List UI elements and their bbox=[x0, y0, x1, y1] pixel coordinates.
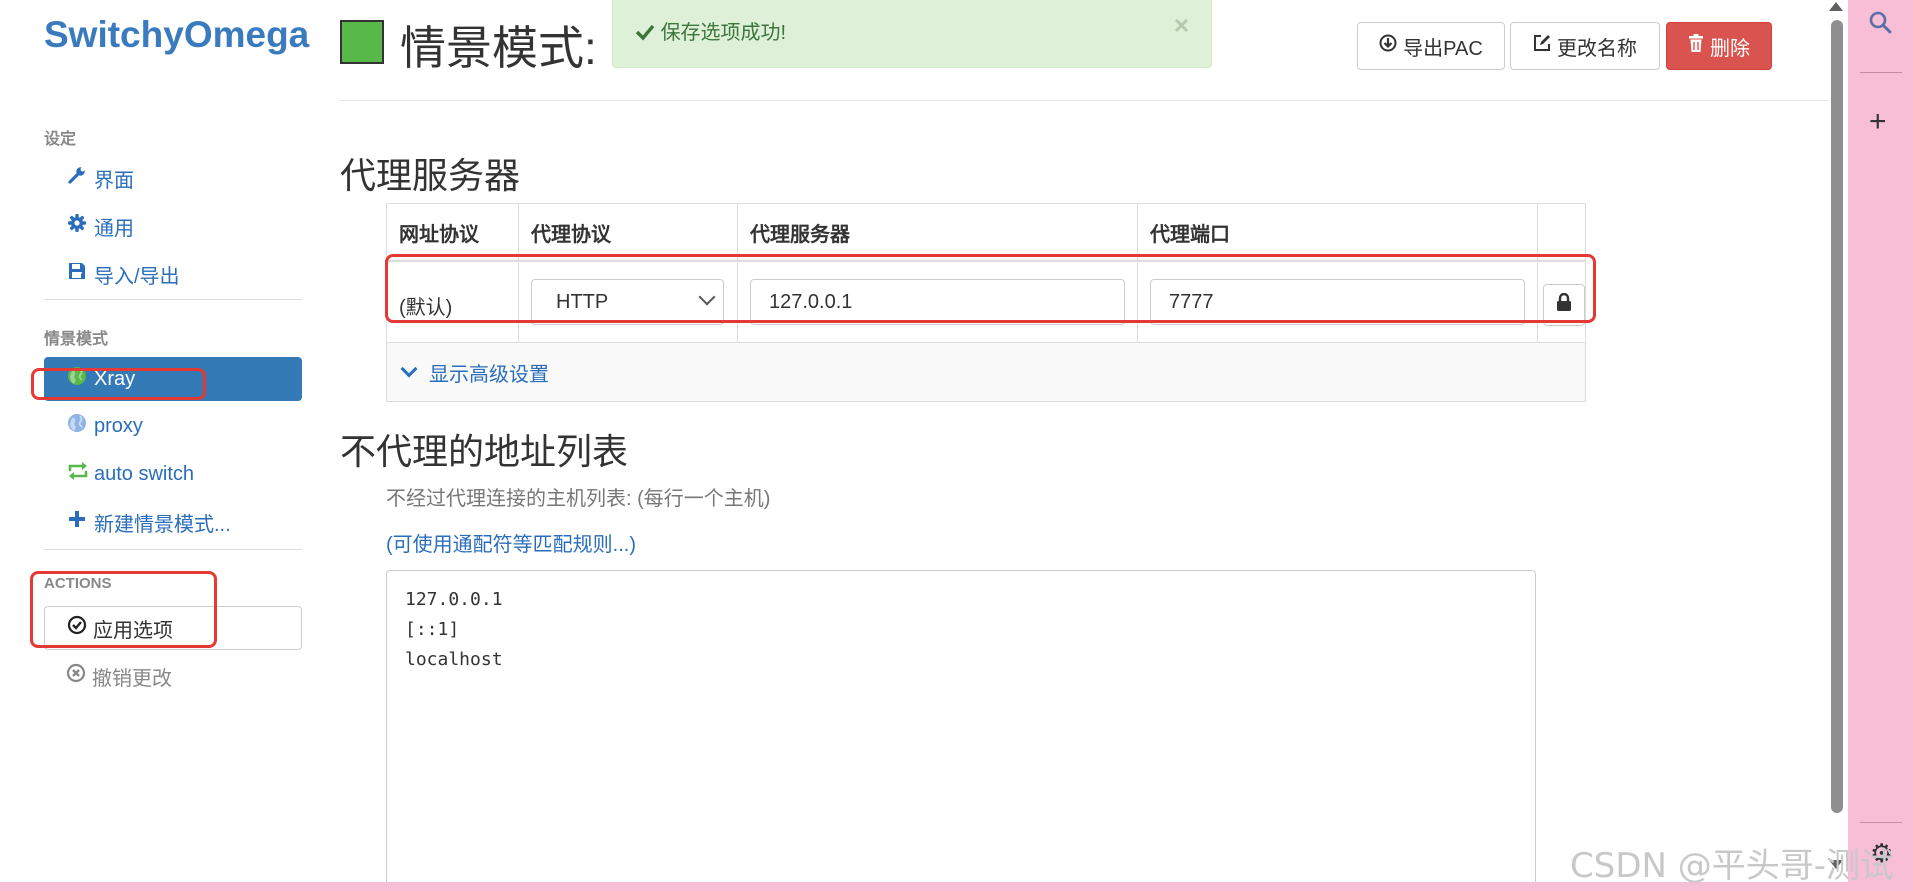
sidebar-item-label: 新建情景模式... bbox=[94, 513, 231, 536]
bypass-line: localhost bbox=[405, 649, 503, 670]
bypass-list-textarea[interactable]: 127.0.0.1 [::1] localhost bbox=[386, 570, 1536, 882]
watermark: CSDN @平头哥-测试 bbox=[1570, 846, 1895, 886]
chevron-down-icon bbox=[400, 360, 418, 378]
options-page: SwitchyOmega 设定 界面 通用 导入/导出 情景模式 Xray pr… bbox=[0, 0, 1848, 882]
sidebar-item-label: 导入/导出 bbox=[94, 265, 180, 288]
new-profile-button[interactable]: 新建情景模式... bbox=[44, 500, 302, 544]
apply-options-button[interactable]: 应用选项 bbox=[44, 606, 302, 650]
scroll-up-arrow-icon[interactable] bbox=[1829, 2, 1843, 11]
show-advanced-settings[interactable]: 显示高级设置 bbox=[387, 342, 1585, 401]
sidebar-item-label: auto switch bbox=[94, 462, 195, 485]
sidebar-item-xray[interactable]: Xray bbox=[44, 357, 302, 401]
rename-button[interactable]: 更改名称 bbox=[1510, 22, 1660, 70]
server-input[interactable]: 127.0.0.1 bbox=[750, 279, 1125, 325]
trash-icon bbox=[1688, 34, 1704, 58]
download-icon bbox=[1379, 34, 1397, 58]
export-pac-label: 导出PAC bbox=[1403, 37, 1483, 60]
plus-icon bbox=[66, 510, 88, 534]
delete-label: 删除 bbox=[1710, 37, 1750, 60]
port-input[interactable]: 7777 bbox=[1150, 279, 1525, 325]
edit-icon bbox=[1533, 34, 1551, 58]
gear-icon bbox=[66, 213, 88, 239]
sidebar-item-proxy[interactable]: proxy bbox=[44, 404, 302, 448]
column-header-empty bbox=[1538, 204, 1585, 260]
rename-label: 更改名称 bbox=[1557, 37, 1637, 60]
sidebar-divider bbox=[44, 549, 302, 550]
sidebar-item-general[interactable]: 通用 bbox=[44, 204, 302, 248]
settings-header: 设定 bbox=[44, 131, 77, 148]
sidebar-item-interface[interactable]: 界面 bbox=[44, 156, 302, 200]
rail-divider bbox=[1860, 72, 1902, 73]
export-pac-button[interactable]: 导出PAC bbox=[1357, 22, 1505, 70]
table-header-row: 网址协议 代理协议 代理服务器 代理端口 bbox=[387, 204, 1585, 260]
sidebar-divider bbox=[44, 299, 302, 300]
server-value: 127.0.0.1 bbox=[769, 291, 853, 313]
sidebar-item-label: 通用 bbox=[94, 217, 134, 240]
advanced-label: 显示高级设置 bbox=[429, 363, 549, 386]
save-icon bbox=[66, 261, 88, 287]
apply-options-label: 应用选项 bbox=[93, 619, 173, 642]
sidebar-item-auto-switch[interactable]: auto switch bbox=[44, 452, 302, 496]
alert-text: 保存选项成功! bbox=[660, 22, 787, 44]
column-header: 代理服务器 bbox=[738, 204, 1138, 260]
scheme-cell: (默认) bbox=[387, 262, 519, 342]
wrench-icon bbox=[66, 165, 88, 191]
check-circle-icon bbox=[67, 615, 87, 641]
lock-icon bbox=[1556, 292, 1572, 317]
bypass-section-title: 不代理的地址列表 bbox=[340, 431, 629, 472]
scrollbar-thumb[interactable] bbox=[1831, 20, 1843, 813]
profiles-header: 情景模式 bbox=[44, 331, 109, 348]
chevron-down-icon bbox=[698, 288, 716, 306]
search-icon[interactable] bbox=[1868, 10, 1892, 39]
proxy-section-title: 代理服务器 bbox=[340, 155, 521, 196]
protocol-cell: HTTP bbox=[519, 262, 738, 342]
bypass-line: 127.0.0.1 bbox=[405, 589, 503, 610]
auth-cell bbox=[1538, 262, 1585, 342]
brand-logo: SwitchyOmega bbox=[44, 14, 310, 55]
sidebar-item-label: Xray bbox=[94, 367, 136, 390]
delete-button[interactable]: 删除 bbox=[1666, 22, 1772, 70]
proxy-table: 网址协议 代理协议 代理服务器 代理端口 (默认) HTTP 127.0.0.1 bbox=[386, 203, 1586, 402]
discard-changes-button[interactable]: 撤销更改 bbox=[44, 656, 302, 696]
sidebar-item-label: 界面 bbox=[94, 169, 134, 192]
profile-color-swatch[interactable] bbox=[340, 20, 384, 64]
protocol-value: HTTP bbox=[556, 291, 609, 313]
column-header: 网址协议 bbox=[387, 204, 519, 260]
times-circle-icon bbox=[66, 663, 86, 689]
plus-icon[interactable]: + bbox=[1869, 105, 1887, 139]
port-cell: 7777 bbox=[1138, 262, 1538, 342]
table-row: (默认) HTTP 127.0.0.1 7777 bbox=[387, 260, 1585, 342]
auth-button[interactable] bbox=[1543, 284, 1585, 326]
bypass-line: [::1] bbox=[405, 619, 460, 640]
close-icon[interactable]: × bbox=[1174, 10, 1189, 41]
switch-arrows-icon bbox=[66, 461, 88, 487]
sidebar-item-import-export[interactable]: 导入/导出 bbox=[44, 252, 302, 296]
port-value: 7777 bbox=[1169, 291, 1214, 313]
bypass-help-text: 不经过代理连接的主机列表: (每行一个主机) bbox=[386, 488, 771, 510]
check-icon bbox=[635, 22, 661, 44]
header-divider bbox=[340, 100, 1828, 101]
column-header: 代理端口 bbox=[1138, 204, 1538, 260]
globe-icon bbox=[66, 413, 88, 439]
alert-message: 保存选项成功! bbox=[635, 16, 786, 45]
discard-changes-label: 撤销更改 bbox=[92, 667, 172, 690]
server-cell: 127.0.0.1 bbox=[738, 262, 1138, 342]
rail-divider bbox=[1860, 822, 1902, 823]
protocol-select[interactable]: HTTP bbox=[531, 279, 724, 325]
wildcard-rules-link[interactable]: (可使用通配符等匹配规则...) bbox=[386, 528, 636, 557]
column-header: 代理协议 bbox=[519, 204, 738, 260]
globe-icon bbox=[66, 366, 88, 392]
scheme-value: (默认) bbox=[399, 297, 453, 319]
sidebar-item-label: proxy bbox=[94, 414, 143, 437]
actions-header: ACTIONS bbox=[44, 575, 112, 592]
success-alert: 保存选项成功! × bbox=[612, 0, 1212, 68]
page-title: 情景模式: bbox=[400, 22, 597, 74]
